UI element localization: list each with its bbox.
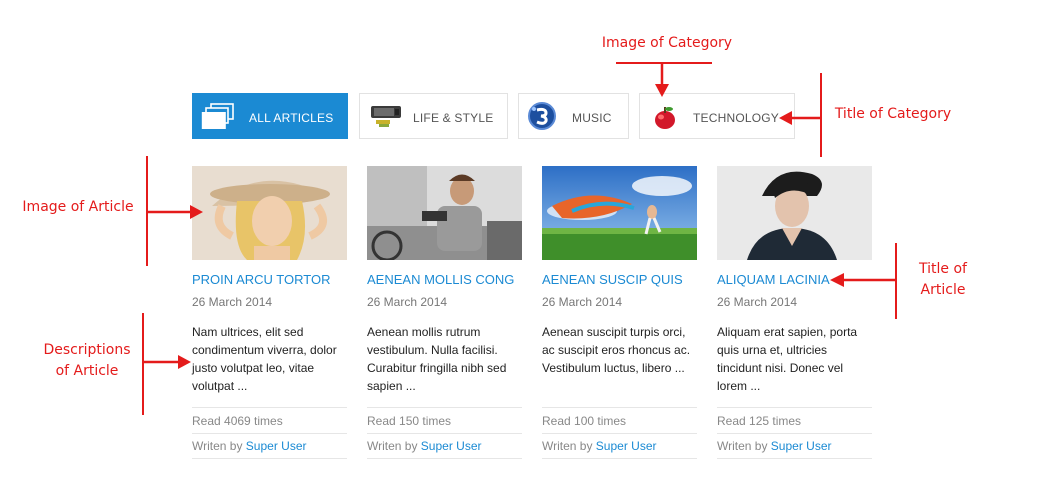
annotation-arrows <box>144 64 895 369</box>
